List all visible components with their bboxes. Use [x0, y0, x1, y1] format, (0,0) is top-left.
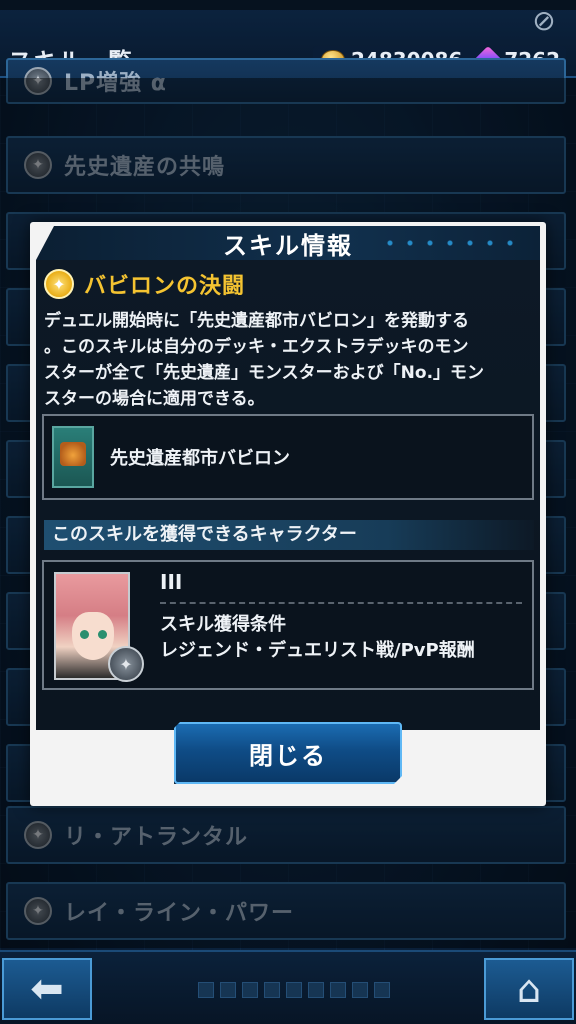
close-button[interactable]: 閉じる — [174, 722, 402, 784]
character-section-title: このスキルを獲得できるキャラクター — [44, 520, 534, 550]
character-entry[interactable]: ✦ III スキル獲得条件 レジェンド・デュエリスト戦/PvP報酬 — [42, 560, 534, 690]
condition-label: スキル獲得条件 — [160, 614, 286, 635]
card-thumbnail — [52, 426, 94, 488]
condition-value: レジェンド・デュエリスト戦/PvP報酬 — [160, 640, 475, 661]
dialog-body: ✦ バビロンの決闘 デュエル開始時に「先史遺産都市バビロン」を発動する 。このス… — [36, 260, 540, 730]
home-icon[interactable]: ⌂ — [484, 958, 574, 1020]
page-indicator — [198, 982, 390, 998]
status-strip — [0, 0, 576, 10]
character-name: III — [160, 570, 183, 594]
crossed-out-icon[interactable]: ⊘ — [522, 4, 566, 38]
skill-header: ✦ バビロンの決闘 — [44, 268, 245, 300]
skill-description: デュエル開始時に「先史遺産都市バビロン」を発動する 。このスキルは自分のデッキ・… — [44, 311, 485, 409]
skill-info-dialog: スキル情報 ✦ バビロンの決闘 デュエル開始時に「先史遺産都市バビロン」を発動す… — [30, 222, 546, 806]
card-name: 先史遺産都市バビロン — [110, 448, 290, 469]
divider — [160, 602, 522, 604]
dialog-title: スキル情報 — [223, 232, 353, 260]
skill-badge-icon: ✦ — [108, 646, 144, 682]
footer-bar: ⬅ ⌂ — [0, 950, 576, 1024]
back-arrow-icon[interactable]: ⬅ — [2, 958, 92, 1020]
related-card[interactable]: 先史遺産都市バビロン — [42, 414, 534, 500]
skill-title: バビロンの決闘 — [84, 274, 246, 299]
star-icon: ✦ — [44, 269, 74, 299]
